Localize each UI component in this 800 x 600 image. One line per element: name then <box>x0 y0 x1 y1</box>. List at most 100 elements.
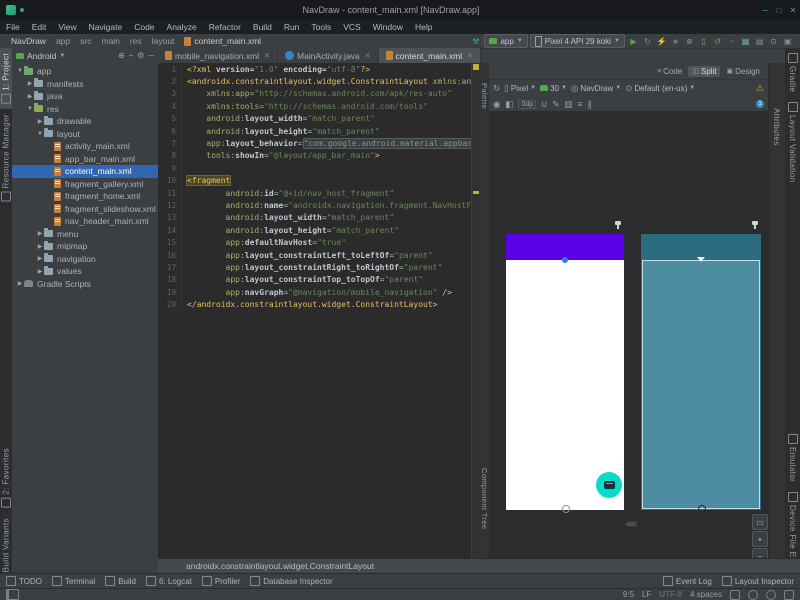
orientation-icon[interactable]: ↻ <box>493 83 500 94</box>
apply-code-changes-icon[interactable]: ⚡ <box>655 35 668 48</box>
breadcrumb-item[interactable]: main <box>96 36 124 46</box>
margin-icon[interactable]: ∥ <box>588 99 592 110</box>
mode-code[interactable]: ≡Code <box>653 66 686 77</box>
tab-mobile-navigation-xml[interactable]: mobile_navigation.xml✕ <box>158 48 278 63</box>
selection-handle[interactable] <box>697 257 705 262</box>
zoom-in-icon[interactable]: + <box>752 531 768 547</box>
code-editor[interactable]: 1<?xml version="1.0" encoding="utf-8"?>2… <box>158 63 480 558</box>
breadcrumb-item[interactable]: src <box>75 36 96 46</box>
apply-changes-icon[interactable]: ↻ <box>641 35 654 48</box>
readonly-lock-icon[interactable] <box>730 590 740 600</box>
close-icon[interactable]: ✕ <box>467 52 473 60</box>
tree-item-layout[interactable]: ▼layout <box>12 128 158 141</box>
selection-handle[interactable] <box>562 257 568 263</box>
tool-window-todo[interactable]: TODO <box>6 576 42 586</box>
mode-split[interactable]: ◫Split <box>688 66 720 77</box>
gradle-status-icon[interactable] <box>748 590 758 600</box>
run-config-select[interactable]: app ▼ <box>484 34 527 48</box>
memory-indicator-icon[interactable] <box>766 590 776 600</box>
collapse-icon[interactable]: ÷ <box>129 51 133 60</box>
selection-handle[interactable] <box>698 505 706 513</box>
close-icon[interactable]: ✕ <box>264 52 270 60</box>
error-stripe-mark[interactable] <box>473 64 479 70</box>
tree-item-drawable[interactable]: ▶drawable <box>12 115 158 128</box>
project-view-header[interactable]: Android ▼ ⊕÷⚙─ <box>12 48 158 63</box>
tab-content-main-xml[interactable]: content_main.xml✕ <box>379 48 482 63</box>
file-encoding[interactable]: UTF-8 <box>659 590 682 599</box>
palette-tab[interactable]: Palette <box>480 83 489 109</box>
tool-window-database-inspector[interactable]: Database Inspector <box>250 576 332 586</box>
attributes-tab[interactable]: Attributes <box>772 108 781 146</box>
tool-window-build[interactable]: Build <box>105 576 136 586</box>
tree-item-nav-header-main-xml[interactable]: nav_header_main.xml <box>12 215 158 228</box>
close-button[interactable]: ✕ <box>786 6 800 15</box>
gear-icon[interactable]: ⚙ <box>137 51 144 60</box>
button-event-log[interactable]: Event Log <box>663 576 712 586</box>
close-icon[interactable]: ✕ <box>365 52 371 60</box>
caret-position[interactable]: 9:5 <box>623 590 634 599</box>
tree-item-activity-main-xml[interactable]: activity_main.xml <box>12 140 158 153</box>
fab-preview[interactable] <box>596 472 622 498</box>
component-tree-tab[interactable]: Component Tree <box>480 468 489 529</box>
resize-grip-icon[interactable]: ⋘ <box>625 519 637 531</box>
stop-icon[interactable]: ■ <box>669 35 682 48</box>
tree-item-java[interactable]: ▶java <box>12 90 158 103</box>
attach-debugger-icon[interactable]: ⊕ <box>683 35 696 48</box>
default-margins-chip[interactable]: 0dp <box>518 100 536 109</box>
constraints-icon[interactable]: ≡ <box>578 99 583 109</box>
tool-window-profiler[interactable]: Profiler <box>202 576 240 586</box>
zoom-out-icon[interactable]: − <box>752 548 768 558</box>
blueprint-preview-phone[interactable] <box>641 234 761 510</box>
design-surface[interactable]: ⋘ ▭+−▢ <box>489 111 768 558</box>
tree-item-res[interactable]: ▼res <box>12 103 158 116</box>
guidelines-icon[interactable]: ▥ <box>565 99 573 110</box>
menu-tools[interactable]: Tools <box>305 22 337 32</box>
stripe-tab-gradle[interactable]: Gradle <box>786 48 800 97</box>
menu-vcs[interactable]: VCS <box>337 22 366 32</box>
breadcrumb-item[interactable]: NavDraw <box>6 36 51 46</box>
menu-code[interactable]: Code <box>128 22 160 32</box>
menu-view[interactable]: View <box>52 22 82 32</box>
stripe-tab-layout-validation[interactable]: Layout Validation <box>786 97 800 188</box>
menu-navigate[interactable]: Navigate <box>83 22 129 32</box>
tree-item-fragment-home-xml[interactable]: fragment_home.xml <box>12 190 158 203</box>
theme-select[interactable]: ◎NavDraw▼ <box>571 83 621 94</box>
menu-edit[interactable]: Edit <box>26 22 53 32</box>
sync-project-icon[interactable]: ↺ <box>711 35 724 48</box>
maximize-button[interactable]: □ <box>772 6 786 15</box>
tree-item-navigation[interactable]: ▶navigation <box>12 253 158 266</box>
locate-icon[interactable]: ⊕ <box>118 51 125 60</box>
profiler-icon[interactable]: ~ <box>725 35 738 48</box>
search-icon[interactable]: ⊙ <box>767 35 780 48</box>
issues-badge[interactable]: 1 <box>756 100 764 108</box>
notification-bell-icon[interactable] <box>784 590 794 600</box>
breadcrumb-item[interactable]: res <box>125 36 147 46</box>
tree-item-content-main-xml[interactable]: content_main.xml <box>12 165 158 178</box>
tree-item-fragment-slideshow-xml[interactable]: fragment_slideshow.xml <box>12 203 158 216</box>
tree-item-app-bar-main-xml[interactable]: app_bar_main.xml <box>12 153 158 166</box>
orientation-toggle-icon[interactable]: ◧ <box>505 99 513 110</box>
menu-help[interactable]: Help <box>409 22 438 32</box>
magnet-icon[interactable]: ∪ <box>541 99 547 110</box>
tool-window-switcher-icon[interactable] <box>6 589 19 600</box>
menu-run[interactable]: Run <box>278 22 306 32</box>
menu-file[interactable]: File <box>0 22 26 32</box>
menu-refactor[interactable]: Refactor <box>203 22 247 32</box>
line-separator[interactable]: LF <box>642 590 651 599</box>
tool-window-6-logcat[interactable]: 6: Logcat <box>146 576 192 586</box>
pan-icon[interactable]: ▭ <box>752 514 768 530</box>
error-stripe-mark[interactable] <box>473 191 479 194</box>
tree-item-values[interactable]: ▶values <box>12 265 158 278</box>
minimize-button[interactable]: ─ <box>758 6 772 15</box>
tree-item-app[interactable]: ▼app <box>12 65 158 78</box>
tree-item-manifests[interactable]: ▶manifests <box>12 78 158 91</box>
warning-icon[interactable]: ⚠ <box>756 83 764 94</box>
menu-analyze[interactable]: Analyze <box>161 22 203 32</box>
design-preview-phone[interactable] <box>506 234 624 510</box>
hide-icon[interactable]: ─ <box>148 51 154 60</box>
breadcrumb-item[interactable]: layout <box>147 36 180 46</box>
device-select[interactable]: ▯Pixel▼ <box>504 83 536 94</box>
menu-window[interactable]: Window <box>367 22 409 32</box>
locale-select[interactable]: ⊙Default (en-us)▼ <box>625 83 695 94</box>
pencil-icon[interactable]: ✎ <box>552 99 559 110</box>
